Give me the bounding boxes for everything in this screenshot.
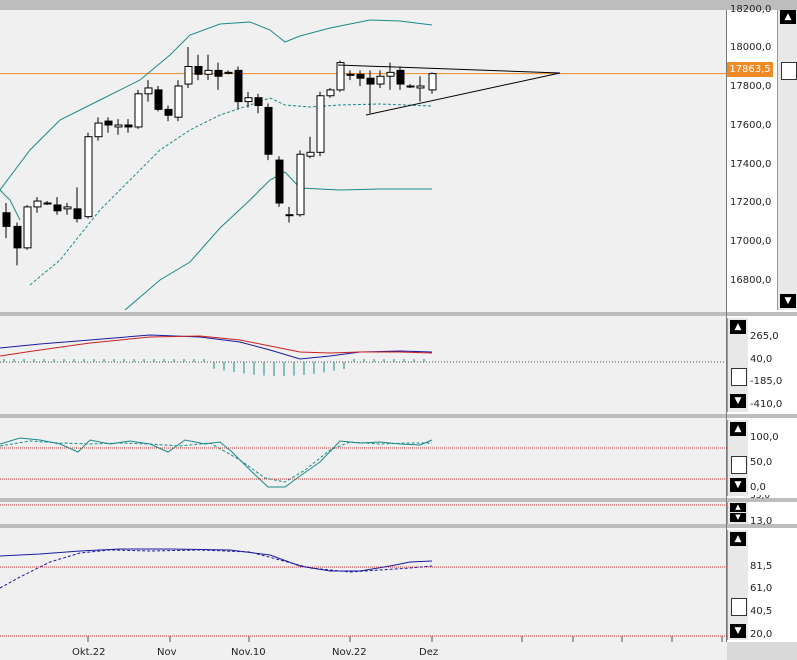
bullish-candle — [285, 214, 294, 217]
price-tick-label: 16800,0 — [730, 275, 772, 286]
bullish-candle — [184, 66, 193, 85]
bearish-candle — [214, 69, 223, 77]
x-tick-label: Okt.22 — [72, 647, 106, 658]
bottom-scrollbar[interactable]: ▲ ▼ — [727, 530, 748, 640]
bearish-candle — [154, 89, 163, 110]
macd-scrollbar[interactable]: ▲ ▼ — [727, 318, 748, 412]
bullish-candle — [23, 206, 32, 249]
bearish-candle — [164, 108, 173, 116]
bearish-candle — [356, 73, 365, 79]
bullish-candle — [134, 93, 143, 128]
bottom-indicator-line — [0, 548, 433, 572]
chart-window: ▲ ▼ ▲ ▼ ▲ ▼ ▲ ▼ ▲ ▼ 18200,0 18000,0 1780… — [0, 0, 797, 660]
current-price-badge: 17863,5 — [727, 62, 773, 77]
scroll-down-icon[interactable]: ▼ — [730, 624, 746, 638]
price-tick-label: 17200,0 — [730, 197, 772, 208]
x-tick-label: Nov.10 — [231, 647, 266, 658]
scroll-up-icon[interactable]: ▲ — [730, 532, 746, 546]
bearish-candle — [254, 97, 263, 106]
scroll-up-icon[interactable]: ▲ — [730, 422, 746, 436]
stochastic-k-line — [0, 437, 433, 488]
bullish-candle — [346, 73, 355, 76]
bullish-candle — [376, 75, 385, 85]
bearish-candle — [124, 124, 133, 128]
bullish-candle — [174, 85, 183, 118]
stochastic-d-line — [0, 440, 432, 483]
bullish-candle — [406, 85, 415, 88]
price-tick-label: 17600,0 — [730, 120, 772, 131]
bottom-tick-label: 20,0 — [750, 629, 773, 640]
bullish-candle — [114, 124, 123, 128]
bullish-candle — [306, 151, 315, 157]
stoch-tick-label: 0,0 — [750, 482, 766, 493]
macd-tick-label: -410,0 — [750, 399, 783, 410]
scroll-down-icon[interactable]: ▼ — [730, 478, 746, 492]
triangle-lower-line — [365, 72, 561, 116]
price-tick-label: 18000,0 — [730, 42, 772, 53]
x-tick-label: Nov — [157, 647, 177, 658]
bearish-candle — [194, 66, 203, 75]
scroll-down-icon[interactable]: ▼ — [780, 294, 796, 308]
bullish-candle — [43, 202, 52, 205]
macd-tick-label: 40,0 — [750, 354, 773, 365]
bullish-candle — [428, 73, 437, 91]
scroll-thumb[interactable] — [731, 456, 747, 474]
scroll-up-icon[interactable]: ▲ — [780, 10, 796, 24]
bullish-candle — [336, 62, 345, 91]
small-scrollbar[interactable]: ▲ ▼ — [727, 502, 748, 524]
macd-tick-label: -185,0 — [750, 376, 783, 387]
chart-canvas — [0, 19, 727, 642]
x-tick-label: Nov.22 — [332, 647, 367, 658]
triangle-upper-line — [337, 64, 561, 74]
scroll-thumb[interactable] — [731, 598, 747, 616]
scroll-thumb[interactable] — [781, 62, 797, 80]
bullish-candle — [33, 200, 42, 208]
bullish-candle — [144, 87, 153, 95]
bullish-candle — [326, 89, 335, 97]
bearish-candle — [264, 106, 273, 155]
price-tick-label: 18200,0 — [730, 4, 772, 15]
price-scrollbar[interactable]: ▲ ▼ — [777, 10, 797, 310]
bottom-tick-label: 61,0 — [750, 583, 773, 594]
bullish-candle — [204, 69, 213, 75]
bearish-candle — [2, 212, 11, 227]
bullish-candle — [296, 153, 305, 216]
scroll-down-icon[interactable]: ▼ — [730, 394, 746, 408]
bearish-candle — [73, 208, 82, 220]
scroll-down-icon[interactable]: ▼ — [730, 513, 746, 522]
bollinger-upper-band — [0, 19, 433, 191]
bullish-candle — [416, 85, 425, 89]
bottom-indicator-signal-line — [0, 549, 433, 589]
bearish-candle — [396, 69, 405, 85]
scroll-up-icon[interactable]: ▲ — [730, 320, 746, 334]
bullish-candle — [244, 97, 253, 103]
bearish-candle — [275, 159, 284, 204]
price-tick-label: 17000,0 — [730, 236, 772, 247]
x-tick-label: Dez — [419, 647, 439, 658]
stochastic-scrollbar[interactable]: ▲ ▼ — [727, 420, 748, 496]
bullish-candle — [84, 136, 93, 218]
bullish-candle — [224, 71, 233, 74]
bearish-candle — [234, 69, 243, 103]
bearish-candle — [366, 77, 375, 85]
small-tick-label: 13,0 — [750, 516, 773, 527]
bottom-tick-label: 40,5 — [750, 606, 773, 617]
price-tick-label: 17400,0 — [730, 159, 772, 170]
stoch-tick-label: 50,0 — [750, 457, 773, 468]
bearish-candle — [53, 204, 62, 212]
scroll-up-icon[interactable]: ▲ — [730, 503, 746, 512]
scroll-thumb[interactable] — [731, 368, 747, 386]
bullish-candle — [316, 95, 325, 153]
price-tick-label: 17800,0 — [730, 81, 772, 92]
bullish-candle — [63, 206, 72, 210]
bearish-candle — [13, 225, 22, 249]
stoch-tick-label: 100,0 — [750, 432, 779, 443]
macd-tick-label: 265,0 — [750, 331, 779, 342]
bullish-candle — [386, 71, 395, 77]
bullish-candle — [94, 122, 103, 138]
bottom-tick-label: 81,5 — [750, 561, 773, 572]
small-tick-label: 33,0 — [750, 495, 771, 501]
bearish-candle — [104, 120, 113, 126]
